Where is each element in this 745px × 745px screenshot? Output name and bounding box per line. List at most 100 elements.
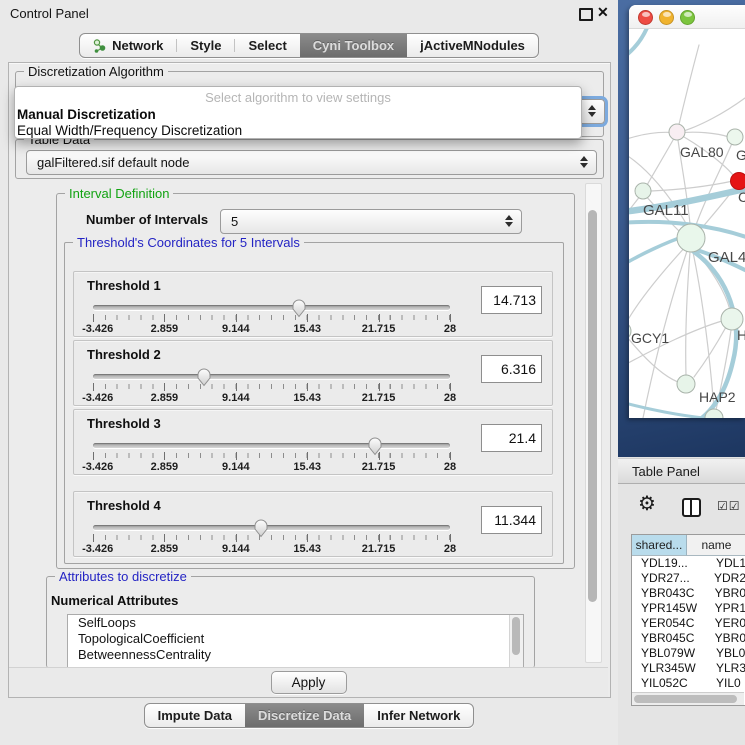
network-edge-highlighted[interactable] xyxy=(629,236,685,266)
tab-cyni-toolbox[interactable]: Cyni Toolbox xyxy=(300,34,407,57)
column-checkboxes-icon[interactable]: ☑☑ xyxy=(717,499,741,513)
network-canvas[interactable]: GAL80GACGAL11GAL4GCY1HHAP2 xyxy=(629,29,745,418)
slider-major-tick xyxy=(307,452,308,460)
cell-shared-name[interactable]: YBR045C xyxy=(632,631,705,646)
network-edge[interactable] xyxy=(677,45,699,133)
cell-shared-name[interactable]: YDL19... xyxy=(632,556,706,571)
threshold-slider[interactable]: -3.4262.8599.14415.4321.71528 xyxy=(93,367,450,403)
tab-label: Select xyxy=(248,38,286,53)
cell-shared-name[interactable]: YLR345W xyxy=(632,661,706,676)
threshold-slider[interactable]: -3.4262.8599.14415.4321.71528 xyxy=(93,518,450,554)
threshold-value-field[interactable] xyxy=(481,424,542,452)
threshold-value-field[interactable] xyxy=(481,506,542,534)
network-edge[interactable] xyxy=(677,95,745,133)
attribute-item[interactable]: TopologicalCoefficient xyxy=(68,631,523,647)
panel-scrollbar-thumb[interactable] xyxy=(588,210,597,602)
network-node-gal11[interactable] xyxy=(635,183,651,199)
threshold-panel: Threshold 4-3.4262.8599.14415.4321.71528 xyxy=(73,491,553,557)
threshold-value-field[interactable] xyxy=(481,286,542,314)
tab-infer-network[interactable]: Infer Network xyxy=(364,704,473,727)
panel-scrollbar[interactable] xyxy=(585,183,602,663)
cell-name[interactable]: YBL0 xyxy=(706,646,745,661)
attribute-item[interactable]: SelfLoops xyxy=(68,615,523,631)
gear-icon[interactable]: ⚙ xyxy=(638,494,656,514)
slider-tick-label: 2.859 xyxy=(151,461,179,473)
threshold-slider[interactable]: -3.4262.8599.14415.4321.71528 xyxy=(93,298,450,334)
cell-name[interactable]: YPR1 xyxy=(705,601,745,616)
close-traffic-icon[interactable] xyxy=(638,10,653,25)
slider-thumb[interactable] xyxy=(367,436,383,456)
slider-track[interactable] xyxy=(93,525,450,530)
cell-name[interactable]: YDR2 xyxy=(704,571,745,586)
column-header-shared-name[interactable]: shared... xyxy=(632,535,687,556)
slider-track[interactable] xyxy=(93,443,450,448)
attribute-item[interactable]: BetweennessCentrality xyxy=(68,647,523,663)
network-node-gal4[interactable] xyxy=(677,224,705,252)
cell-shared-name[interactable]: YIL052C xyxy=(632,676,706,691)
minimize-traffic-icon[interactable] xyxy=(659,10,674,25)
column-header-name[interactable]: name xyxy=(687,535,745,556)
tab-select[interactable]: Select xyxy=(235,34,299,57)
cell-name[interactable]: YIL0 xyxy=(706,676,741,691)
table-horizontal-scrollbar-thumb[interactable] xyxy=(634,695,737,703)
network-edge[interactable] xyxy=(686,252,690,375)
close-icon[interactable]: ✕ xyxy=(597,4,609,21)
algorithm-option[interactable]: Manual Discretization xyxy=(15,106,581,122)
slider-thumb[interactable] xyxy=(253,518,269,538)
algorithm-option[interactable]: Equal Width/Frequency Discretization xyxy=(15,122,581,138)
table-header-row: shared... name xyxy=(632,535,745,556)
tab-style[interactable]: Style xyxy=(177,34,234,57)
cell-name[interactable]: YBR0 xyxy=(705,631,745,646)
zoom-traffic-icon[interactable] xyxy=(680,10,695,25)
table-row[interactable]: YER054CYER0 xyxy=(632,616,745,631)
table-row[interactable]: YDR27...YDR2 xyxy=(632,571,745,586)
table-row[interactable]: YBL079WYBL0 xyxy=(632,646,745,661)
slider-tick-label: 21.715 xyxy=(362,543,396,555)
float-window-icon[interactable] xyxy=(579,8,593,21)
network-edge[interactable] xyxy=(647,133,677,185)
slider-track[interactable] xyxy=(93,374,450,379)
table-row[interactable]: YBR045CYBR0 xyxy=(632,631,745,646)
table-row[interactable]: YLR345WYLR3 xyxy=(632,661,745,676)
attributes-scrollbar-thumb[interactable] xyxy=(512,617,520,655)
network-node-ga[interactable] xyxy=(727,129,743,145)
network-node-gal80[interactable] xyxy=(669,124,685,140)
table-horizontal-scrollbar[interactable] xyxy=(632,692,744,705)
numerical-attributes-list[interactable]: SelfLoopsTopologicalCoefficientBetweenne… xyxy=(67,614,524,669)
algorithm-popup-options: Manual DiscretizationEqual Width/Frequen… xyxy=(15,106,581,138)
tab-discretize-data[interactable]: Discretize Data xyxy=(245,704,364,727)
slider-thumb[interactable] xyxy=(291,298,307,318)
table-data-combobox[interactable]: galFiltered.sif default node xyxy=(26,150,597,175)
cell-shared-name[interactable]: YPR145W xyxy=(632,601,705,616)
table-row[interactable]: YDL19...YDL1 xyxy=(632,556,745,571)
cell-shared-name[interactable]: YER054C xyxy=(632,616,705,631)
apply-button[interactable]: Apply xyxy=(271,671,347,694)
cell-shared-name[interactable]: YBR043C xyxy=(632,586,705,601)
attributes-scrollbar[interactable] xyxy=(509,615,523,668)
number-of-intervals-combobox[interactable]: 5 xyxy=(220,209,522,234)
node-attribute-table[interactable]: shared... name YDL19...YDL1YDR27...YDR2Y… xyxy=(631,534,745,706)
cell-name[interactable]: YBR0 xyxy=(705,586,745,601)
cell-shared-name[interactable]: YBL079W xyxy=(632,646,706,661)
cell-name[interactable]: YDL1 xyxy=(706,556,745,571)
cell-name[interactable]: YER0 xyxy=(705,616,745,631)
threshold-slider[interactable]: -3.4262.8599.14415.4321.71528 xyxy=(93,436,450,472)
table-row[interactable]: YPR145WYPR1 xyxy=(632,601,745,616)
split-columns-icon[interactable] xyxy=(682,498,701,517)
combo-arrows-icon xyxy=(580,155,589,169)
table-row[interactable]: YIL052CYIL0 xyxy=(632,676,745,691)
tab-impute-data[interactable]: Impute Data xyxy=(145,704,245,727)
cell-shared-name[interactable]: YDR27... xyxy=(632,571,704,586)
table-row[interactable]: YBR043CYBR0 xyxy=(632,586,745,601)
threshold-value-field[interactable] xyxy=(481,355,542,383)
tab-network[interactable]: Network xyxy=(80,34,176,57)
slider-track[interactable] xyxy=(93,305,450,310)
network-node-label: GA xyxy=(736,147,745,163)
network-node-hap2[interactable] xyxy=(677,375,695,393)
network-node-c[interactable] xyxy=(731,173,745,190)
cell-name[interactable]: YLR3 xyxy=(706,661,745,676)
top-tab-group: NetworkStyle Select Cyni ToolboxjActiveMNo… xyxy=(79,33,539,58)
slider-thumb[interactable] xyxy=(196,367,212,387)
network-edge-highlighted[interactable] xyxy=(629,29,649,59)
tab-jactivemnodules[interactable]: jActiveMNodules xyxy=(407,34,538,57)
